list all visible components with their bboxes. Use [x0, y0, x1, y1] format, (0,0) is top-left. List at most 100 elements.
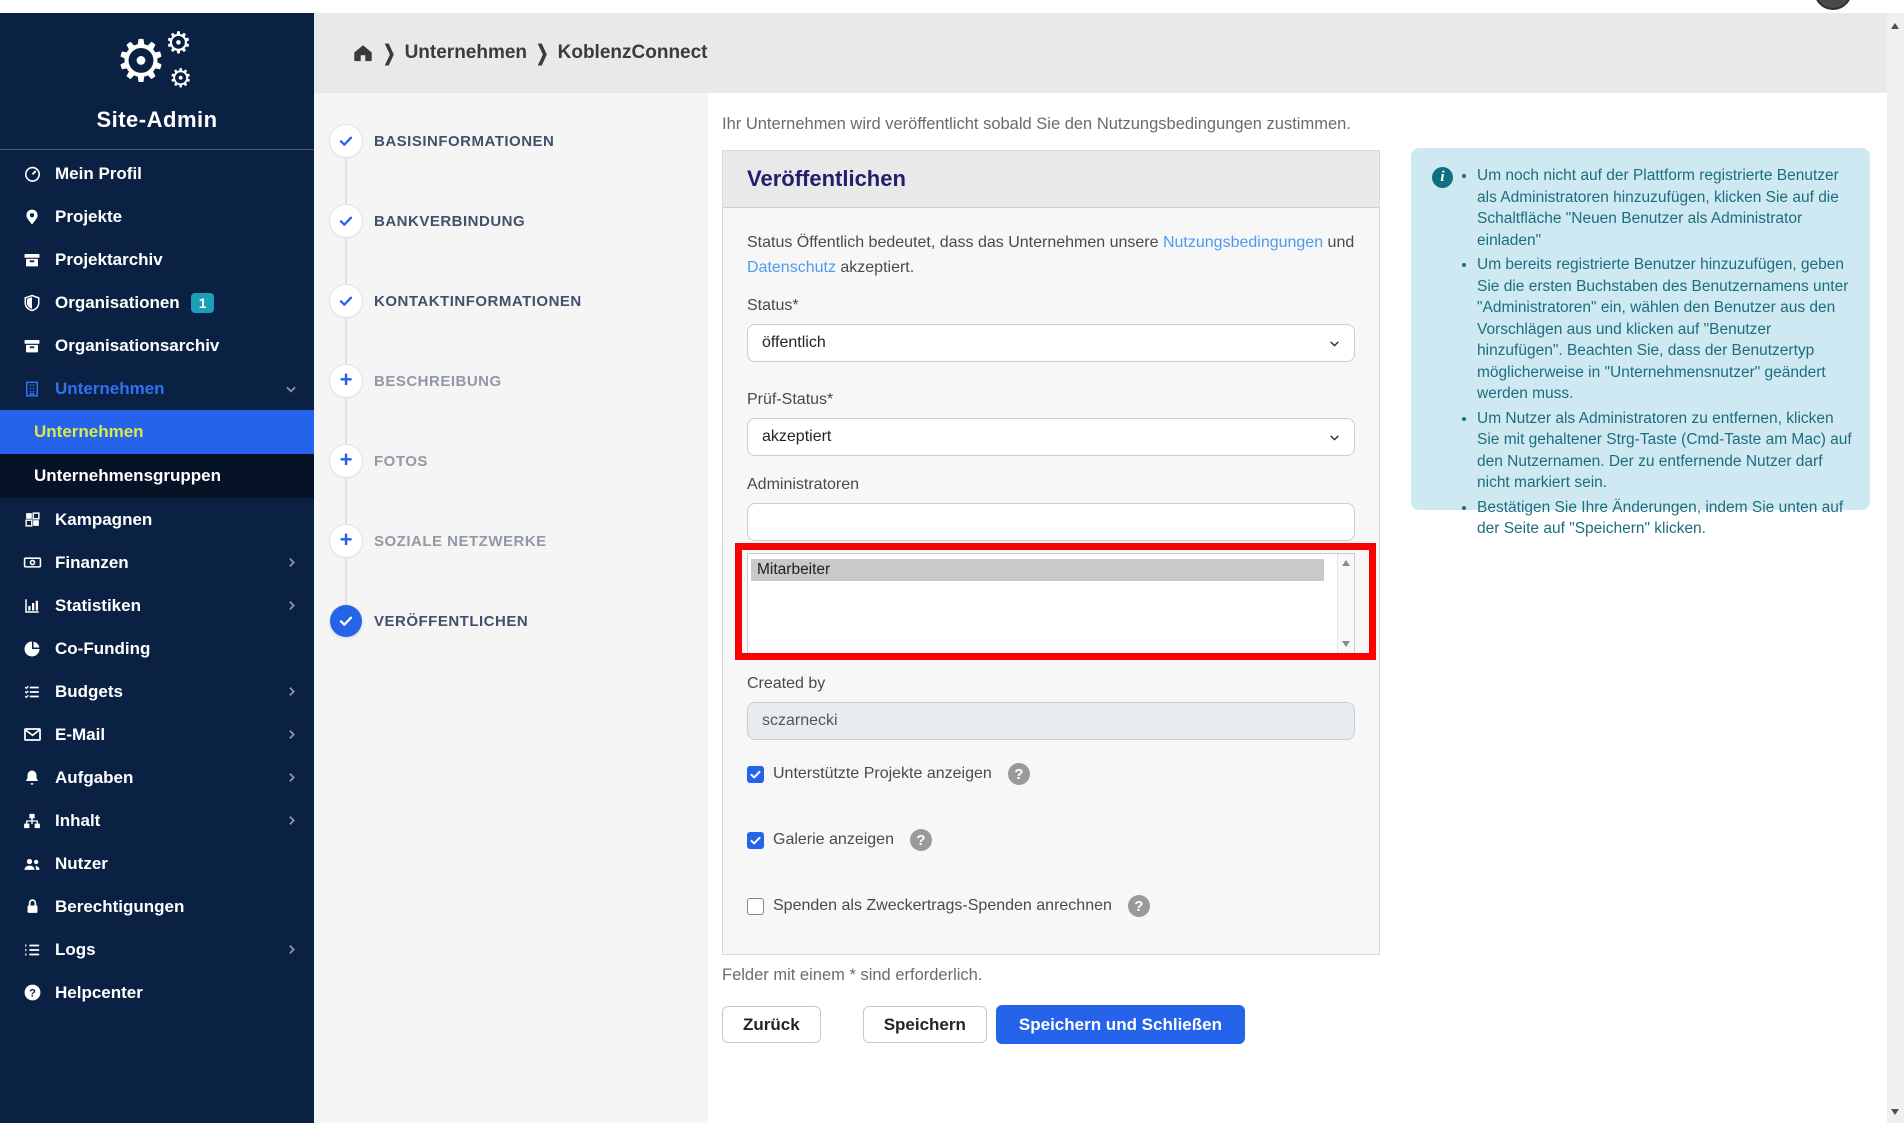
breadcrumb-item[interactable]: Unternehmen [405, 42, 527, 64]
sidebar-item-co-funding[interactable]: Co-Funding [0, 627, 314, 670]
breadcrumb-item: KoblenzConnect [558, 42, 708, 64]
sidebar-item-mein-profil[interactable]: Mein Profil [0, 152, 314, 195]
step-kontaktinformationen[interactable]: KONTAKTINFORMATIONEN [314, 285, 708, 317]
help-icon[interactable]: ? [1128, 895, 1150, 917]
sidebar-item-label: Nutzer [55, 854, 108, 874]
sidebar-item-projekte[interactable]: Projekte [0, 195, 314, 238]
sidebar-item-helpcenter[interactable]: ? Helpcenter [0, 971, 314, 1014]
status-label: Status* [747, 297, 1355, 315]
money-icon [20, 553, 44, 572]
status-select[interactable]: öffentlich [747, 324, 1355, 362]
breadcrumb-bar: ❯ Unternehmen ❯ KoblenzConnect [314, 13, 1887, 93]
sidebar-item-inhalt[interactable]: Inhalt [0, 799, 314, 842]
sidebar-item-email[interactable]: E-Mail [0, 713, 314, 756]
envelope-icon [20, 725, 44, 744]
scroll-up-icon[interactable] [1891, 23, 1899, 29]
page-scrollbar[interactable] [1887, 13, 1904, 1123]
plus-circle-icon: + [330, 445, 362, 477]
nutzungsbedingungen-link[interactable]: Nutzungsbedingungen [1163, 234, 1323, 251]
sidebar-item-statistiken[interactable]: Statistiken [0, 584, 314, 627]
step-beschreibung[interactable]: + BESCHREIBUNG [314, 365, 708, 397]
required-note: Felder mit einem * sind erforderlich. [722, 966, 982, 985]
sidebar-item-aufgaben[interactable]: Aufgaben [0, 756, 314, 799]
save-button[interactable]: Speichern [863, 1006, 987, 1043]
listbox-option-mitarbeiter[interactable]: Mitarbeiter [751, 559, 1324, 581]
sidebar-item-label: Co-Funding [55, 639, 150, 659]
plus-circle-icon: + [330, 365, 362, 397]
chevron-right-icon [285, 556, 298, 569]
checkbox-row-unterstuetzte-projekte: Unterstützte Projekte anzeigen ? [747, 762, 1355, 786]
step-bankverbindung[interactable]: BANKVERBINDUNG [314, 205, 708, 237]
description-text: und [1323, 234, 1354, 251]
administratoren-input[interactable] [747, 503, 1355, 541]
step-fotos[interactable]: + FOTOS [314, 445, 708, 477]
back-button[interactable]: Zurück [722, 1006, 821, 1043]
sidebar-item-nutzer[interactable]: Nutzer [0, 842, 314, 885]
info-bullet: Um Nutzer als Administratoren zu entfern… [1477, 408, 1852, 494]
pie-chart-icon [20, 640, 44, 658]
scroll-up-icon[interactable] [1342, 560, 1350, 566]
listbox-scrollbar[interactable] [1337, 554, 1354, 653]
sidebar-item-label: Helpcenter [55, 983, 143, 1003]
help-icon[interactable]: ? [1008, 763, 1030, 785]
sidebar-item-organisationsarchiv[interactable]: Organisationsarchiv [0, 324, 314, 367]
archive-icon [20, 251, 44, 269]
sidebar-item-label: Mein Profil [55, 164, 142, 184]
scroll-down-icon[interactable] [1891, 1109, 1899, 1115]
sidebar-item-label: Projekte [55, 207, 122, 227]
created-by-label: Created by [747, 675, 1355, 693]
mitarbeiter-listbox[interactable]: Mitarbeiter [747, 553, 1355, 654]
gauge-icon [20, 164, 44, 183]
sidebar-item-projektarchiv[interactable]: Projektarchiv [0, 238, 314, 281]
sidebar-item-label: E-Mail [55, 725, 105, 745]
scroll-down-icon[interactable] [1342, 641, 1350, 647]
save-and-close-button[interactable]: Speichern und Schließen [996, 1005, 1245, 1044]
created-by-input: sczarnecki [747, 702, 1355, 740]
checkbox-label: Unterstützte Projekte anzeigen [773, 765, 992, 783]
sidebar-item-unternehmen[interactable]: Unternehmen [0, 367, 314, 410]
checkbox-label: Spenden als Zweckertrags-Spenden anrechn… [773, 897, 1112, 915]
sidebar-item-organisationen[interactable]: Organisationen 1 [0, 281, 314, 324]
step-basisinformationen[interactable]: BASISINFORMATIONEN [314, 125, 708, 157]
sidebar-item-label: Kampagnen [55, 510, 152, 530]
checkbox-checked-icon[interactable] [747, 832, 764, 849]
sidebar-item-finanzen[interactable]: Finanzen [0, 541, 314, 584]
sidebar-item-label: Unternehmensgruppen [34, 466, 221, 486]
sidebar-item-label: Organisationen [55, 293, 180, 313]
checkbox-checked-icon[interactable] [747, 766, 764, 783]
plus-circle-icon: + [330, 525, 362, 557]
help-icon[interactable]: ? [910, 829, 932, 851]
gears-icon: ⚙⚙⚙ [97, 31, 217, 103]
shield-icon [20, 294, 44, 312]
step-veroeffentlichen[interactable]: VERÖFFENTLICHEN [314, 605, 708, 637]
info-bullet: Bestätigen Sie Ihre Änderungen, indem Si… [1477, 497, 1852, 540]
sidebar-item-label: Aufgaben [55, 768, 133, 788]
step-label: VERÖFFENTLICHEN [374, 613, 528, 630]
avatar[interactable] [1814, 0, 1852, 10]
administratoren-listbox-wrap: Mitarbeiter [747, 553, 1355, 654]
sidebar-item-kampagnen[interactable]: Kampagnen [0, 498, 314, 541]
sidebar-item-logs[interactable]: Logs [0, 928, 314, 971]
sidebar-item-label: Unternehmen [55, 379, 165, 399]
home-icon[interactable] [352, 42, 374, 64]
sidebar-subitem-unternehmensgruppen[interactable]: Unternehmensgruppen [0, 454, 314, 498]
description-text: Status Öffentlich bedeutet, dass das Unt… [747, 234, 1163, 251]
check-circle-icon [330, 125, 362, 157]
administratoren-label: Administratoren [747, 476, 1355, 494]
step-soziale-netzwerke[interactable]: + SOZIALE NETZWERKE [314, 525, 708, 557]
count-badge: 1 [191, 293, 215, 313]
sidebar-item-berechtigungen[interactable]: Berechtigungen [0, 885, 314, 928]
datenschutz-link[interactable]: Datenschutz [747, 259, 836, 276]
app-logo: ⚙⚙⚙ Site-Admin [0, 13, 314, 150]
description-text: akzeptiert. [836, 259, 914, 276]
sidebar-item-budgets[interactable]: Budgets [0, 670, 314, 713]
sidebar-item-label: Budgets [55, 682, 123, 702]
grid-icon [20, 511, 44, 528]
sidebar-subitem-unternehmen[interactable]: Unternehmen [0, 410, 314, 454]
pruef-status-select[interactable]: akzeptiert [747, 418, 1355, 456]
info-bullet-list: Um noch nicht auf der Plattform registri… [1477, 165, 1852, 540]
app-title: Site-Admin [0, 107, 314, 133]
sidebar: ⚙⚙⚙ Site-Admin Mein Profil Projekte Proj… [0, 13, 314, 1123]
checkbox-row-galerie: Galerie anzeigen ? [747, 828, 1355, 852]
checkbox-unchecked-icon[interactable] [747, 898, 764, 915]
